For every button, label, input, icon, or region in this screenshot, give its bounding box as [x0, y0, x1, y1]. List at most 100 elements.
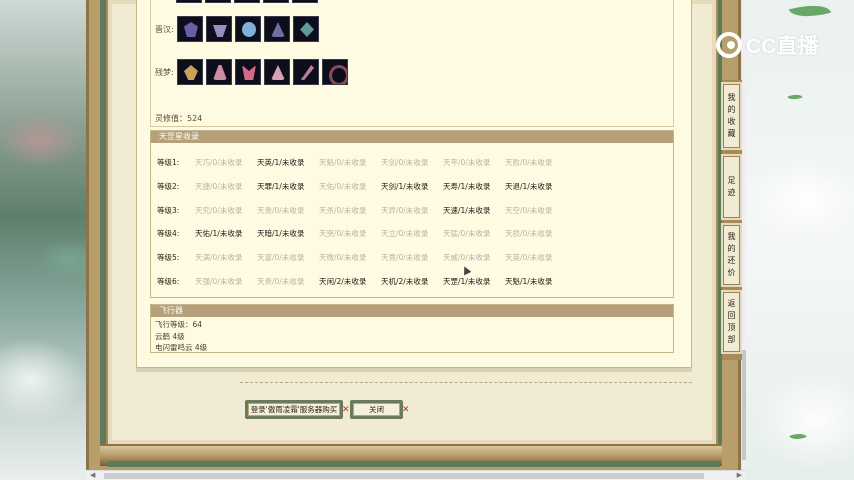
- tab-char: 藏: [727, 129, 736, 138]
- star-record-cell: 天空/0/未收录: [505, 205, 553, 215]
- tab-char: 我: [727, 232, 736, 241]
- cc-live-logo: CC直播: [716, 30, 818, 60]
- item-row-label: 晋汉:: [155, 24, 174, 34]
- item-icon[interactable]: [177, 59, 203, 85]
- login-buy-button[interactable]: 登录'傲雨凌霜'服务器购买: [245, 400, 343, 419]
- item-icon[interactable]: [205, 0, 231, 3]
- tab-char: 收: [727, 117, 736, 126]
- panel-title: 天罡星收录: [151, 131, 673, 143]
- grid-row: 等级5: 天满/0/未收录 天富/0/未收录 天微/0/未收录 天竟/0/未收录 天威/0…: [157, 252, 567, 262]
- star-record-cell: 天微/0/未收录: [319, 252, 367, 262]
- tab-char: 迹: [727, 188, 736, 197]
- star-record-cell: 天贵/0/未收录: [257, 276, 305, 286]
- close-x-icon: ✕: [342, 405, 350, 415]
- background-scenery-left: [0, 0, 100, 480]
- flight-level: 飞行等级：64: [155, 320, 203, 329]
- tab-char: 的: [727, 244, 736, 253]
- scroll-left-icon[interactable]: ◀: [90, 471, 95, 479]
- item-row-jinhan: 晋汉:: [155, 16, 319, 42]
- scroll-right-icon[interactable]: ▶: [737, 471, 742, 479]
- tab-char: 返: [727, 299, 736, 308]
- scrollbar-thumb[interactable]: [104, 473, 704, 479]
- vertical-scrollbar[interactable]: [742, 0, 746, 480]
- item-icon[interactable]: [264, 59, 290, 85]
- star-record-cell: 天魁/1/未收录: [505, 276, 553, 286]
- item-icon[interactable]: [177, 16, 203, 42]
- logo-text: CC直播: [746, 35, 819, 58]
- item-icons: [177, 59, 348, 85]
- star-record-cell: 天败/0/未收录: [505, 157, 553, 167]
- item-icon[interactable]: [234, 0, 260, 3]
- tab-char: 顶: [727, 323, 736, 332]
- grid-row: 等级1: 天巧/0/未收录 天英/1/未收录 天魁/0/未收录 天剑/0/未收录 天平/0…: [157, 157, 567, 167]
- star-record-cell: 天罪/1/未收录: [257, 181, 305, 191]
- horizontal-scrollbar[interactable]: ◀ ▶: [86, 470, 746, 480]
- star-record-cell: 天魁/0/未收录: [319, 157, 367, 167]
- sidebar-tab-favorites[interactable]: 我 的 收 藏: [723, 84, 740, 148]
- flight-panel: 飞行器 飞行等级：64 云鹤 4级 电闪雷鸣云 4级: [150, 304, 674, 353]
- item-icon[interactable]: [235, 59, 261, 85]
- star-record-cell: 天机/2/未收录: [381, 276, 429, 286]
- star-record-cell: 天猛/0/未收录: [443, 228, 491, 238]
- star-record-cell: 天损/0/未收录: [505, 228, 553, 238]
- sidebar-tab-footprint[interactable]: 足 迹: [723, 156, 740, 218]
- star-record-cell: 天退/1/未收录: [505, 181, 553, 191]
- star-record-cell: 天佑/0/未收录: [319, 181, 367, 191]
- grid-row-label: 等级3:: [157, 205, 180, 215]
- star-record-cell: 天异/0/未收录: [381, 205, 429, 215]
- tab-char: 价: [727, 268, 736, 277]
- grid-row: 等级6: 天强/0/未收录 天贵/0/未收录 天闲/2/未收录 天机/2/未收录 天罡/1…: [157, 276, 567, 286]
- star-record-cell: 天哭/0/未收录: [319, 228, 367, 238]
- item-icon[interactable]: [292, 0, 318, 3]
- star-record-cell: 天究/0/未收录: [195, 205, 243, 215]
- tab-char: 的: [727, 105, 736, 114]
- star-record-cell: 天佑/1/未收录: [195, 228, 243, 238]
- item-icons: [177, 16, 319, 42]
- grid-row-label: 等级5:: [157, 252, 180, 262]
- grid-row: 等级4: 天佑/1/未收录 天暗/1/未收录 天哭/0/未收录 天立/0/未收录 天猛/0…: [157, 228, 567, 238]
- item-icon[interactable]: [263, 0, 289, 3]
- tab-char: 足: [727, 176, 736, 185]
- star-record-cell: 天富/0/未收录: [257, 252, 305, 262]
- star-record-cell: 天罡/1/未收录: [443, 276, 491, 286]
- item-icon[interactable]: [293, 59, 319, 85]
- sidebar-tab-my-bargain[interactable]: 我 的 还 价: [723, 225, 740, 285]
- star-record-cell: 天竟/0/未收录: [381, 252, 429, 262]
- star-record-cell: 天英/1/未收录: [257, 157, 305, 167]
- grid-row-label: 等级1:: [157, 157, 180, 167]
- item-icon[interactable]: [322, 59, 348, 85]
- star-record-cell: 天贵/0/未收录: [257, 205, 305, 215]
- lingxiu-value: 灵修值：524: [155, 114, 203, 123]
- item-icon-row-cut: [176, 0, 318, 3]
- tiangang-panel: 天罡星收录 等级1: 天巧/0/未收录 天英/1/未收录 天魁/0/未收录 天剑/0/未…: [150, 130, 674, 298]
- flight-item: 云鹤 4级: [155, 332, 185, 341]
- item-icon[interactable]: [264, 16, 290, 42]
- close-button[interactable]: 关闭: [350, 400, 403, 419]
- grid-row: 等级3: 天究/0/未收录 天贵/0/未收录 天杀/0/未收录 天异/0/未收录 天速/1…: [157, 205, 567, 215]
- star-record-cell: 天剑/0/未收录: [381, 157, 429, 167]
- star-record-cell: 天威/0/未收录: [443, 252, 491, 262]
- scrollbar-thumb[interactable]: [742, 350, 746, 460]
- star-record-cell: 天剑/1/未收录: [381, 181, 429, 191]
- item-icon[interactable]: [235, 16, 261, 42]
- star-record-cell: 天英/0/未收录: [505, 252, 553, 262]
- flight-item: 电闪雷鸣云 4级: [155, 343, 208, 352]
- item-row-canmeng: 残梦:: [155, 59, 348, 85]
- star-record-cell: 天平/0/未收录: [443, 157, 491, 167]
- item-icon[interactable]: [293, 16, 319, 42]
- dotted-separator: [240, 382, 692, 383]
- star-record-cell: 天巧/0/未收录: [195, 157, 243, 167]
- sidebar-tab-back-to-top[interactable]: 返 回 顶 部: [723, 292, 740, 352]
- item-icon[interactable]: [176, 0, 202, 3]
- star-record-cell: 天捷/0/未收录: [195, 181, 243, 191]
- item-icon[interactable]: [206, 59, 232, 85]
- tab-char: 回: [727, 311, 736, 320]
- item-icon[interactable]: [206, 16, 232, 42]
- star-record-cell: 天满/0/未收录: [195, 252, 243, 262]
- panel-title: 飞行器: [151, 305, 673, 317]
- star-record-cell: 天闲/2/未收录: [319, 276, 367, 286]
- grid-row: 等级2: 天捷/0/未收录 天罪/1/未收录 天佑/0/未收录 天剑/1/未收录 天寿/1…: [157, 181, 567, 191]
- star-record-cell: 天暗/1/未收录: [257, 228, 305, 238]
- item-row-label: 残梦:: [155, 67, 174, 77]
- tab-char: 还: [727, 256, 736, 265]
